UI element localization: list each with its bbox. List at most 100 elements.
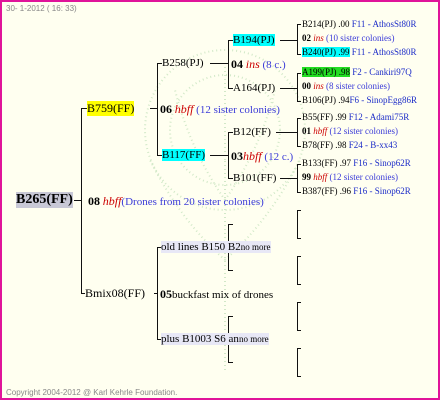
text-field: ins <box>313 33 324 43</box>
father-text: buckfast mix of drones <box>172 289 274 301</box>
text-field: F16 <box>353 186 368 196</box>
connector <box>297 146 301 147</box>
header-timestamp: 30- 1-2012 ( 16: 33) <box>6 4 77 13</box>
text-field: F24 <box>348 140 363 150</box>
text-field: .94 <box>338 95 350 105</box>
father-mix-line: 05buckfast mix of drones <box>160 287 273 302</box>
mother-code: hbff <box>174 102 194 116</box>
text-field: 99 <box>302 172 311 182</box>
connector <box>297 210 298 238</box>
text-field: hbff <box>313 126 328 136</box>
text-field: A199(PJ) <box>302 67 337 77</box>
connector <box>297 284 301 285</box>
connector <box>297 164 301 165</box>
right-row-6[interactable]: B55(FF) .99 F12 - Adami75R <box>302 112 409 122</box>
text-field: F6 <box>349 95 360 105</box>
connector <box>228 40 229 88</box>
text-field: F11 <box>351 47 366 57</box>
root-queen[interactable]: B265(FF) <box>16 192 73 208</box>
connector <box>297 210 301 211</box>
old-lines-more: no more <box>240 242 271 252</box>
text-field: F11 <box>351 19 366 29</box>
text-field: hbff <box>313 172 328 182</box>
right-row-10: 99 hbff (12 sister colonies) <box>302 172 398 182</box>
b117-drone-line: 03hbff (12 c.) <box>231 149 293 164</box>
connector <box>297 256 298 284</box>
connector <box>297 302 298 330</box>
b194-code: ins <box>245 57 260 71</box>
connector <box>210 155 229 156</box>
text-field: F12 <box>348 112 363 122</box>
connector <box>297 348 298 376</box>
mother-note: (12 sister colonies) <box>196 104 280 116</box>
right-row-9[interactable]: B133(FF) .97 F16 - Sinop62R <box>302 158 411 168</box>
text-field: 01 <box>302 126 311 136</box>
node-plus-lines[interactable]: plus B1003 S6 anno more <box>161 333 269 345</box>
text-field: - AthosSt80R <box>367 19 417 29</box>
right-row-1: 02 ins (10 sister colonies) <box>302 33 395 43</box>
right-row-8[interactable]: B78(FF) .98 F24 - B-xx43 <box>302 140 397 150</box>
connector <box>150 108 158 109</box>
text-field: B240(PJ) <box>302 47 337 57</box>
text-field: (10 sister colonies) <box>326 33 395 43</box>
node-b258[interactable]: B258(PJ) <box>162 57 204 69</box>
text-field: - B-xx43 <box>365 140 398 150</box>
right-row-5[interactable]: B106(PJ) .94F6 - SinopEgg86R <box>302 95 417 105</box>
b117-code: hbff <box>243 149 262 163</box>
text-field: .96 <box>339 186 352 196</box>
text-field: (12 sister colonies) <box>329 172 398 182</box>
connector <box>276 132 298 133</box>
right-row-3[interactable]: A199(PJ) .98 F2 - Cankiri97Q <box>302 67 412 77</box>
text-field: F16 <box>353 158 368 168</box>
connector <box>81 108 82 294</box>
root-gen: 08 <box>88 194 100 208</box>
root-code: hbff <box>102 194 122 208</box>
connector <box>280 178 298 179</box>
father-gen: 05 <box>160 287 172 301</box>
text-field: ins <box>313 81 324 91</box>
text-field: - Adami75R <box>365 112 410 122</box>
node-b101[interactable]: B101(FF) <box>233 172 276 184</box>
right-row-4: 00 ins (8 sister colonies) <box>302 81 390 91</box>
node-a164[interactable]: A164(PJ) <box>233 82 275 94</box>
text-field: B55(FF) <box>302 112 334 122</box>
connector <box>297 73 301 74</box>
pedigree-frame: 30- 1-2012 ( 16: 33) B265(FF) 08 hbff(Dr… <box>0 0 440 400</box>
right-row-11[interactable]: B387(FF) .96 F16 - Sinop62R <box>302 186 411 196</box>
right-row-0[interactable]: B214(PJ) .00 F11 - AthosSt80R <box>302 19 416 29</box>
plus-lines-label: plus B1003 S6 an <box>161 333 239 345</box>
b194-gen: 04 <box>231 57 243 71</box>
mother-gen: 06 <box>160 102 172 116</box>
text-field: - Sinop62R <box>369 186 411 196</box>
old-lines-label: old lines B150 B2 <box>161 241 241 253</box>
father-mix[interactable]: Bmix08(FF) <box>85 286 145 301</box>
root-drone-line: 08 hbff(Drones from 20 sister colonies) <box>88 194 264 209</box>
node-b194[interactable]: B194(PJ) <box>233 34 275 46</box>
connector <box>74 200 82 201</box>
connector <box>228 316 233 317</box>
connector <box>297 24 298 54</box>
node-old-lines[interactable]: old lines B150 B2no more <box>161 241 271 253</box>
b194-drone-line: 04 ins (8 c.) <box>231 57 286 72</box>
text-field: .97 <box>339 158 352 168</box>
text-field: B133(FF) <box>302 158 338 168</box>
connector <box>154 293 158 294</box>
connector <box>210 63 229 64</box>
connector <box>297 101 301 102</box>
connector <box>297 330 301 331</box>
text-field: .98 <box>338 67 351 77</box>
mother-queen[interactable]: B759(FF) <box>87 101 135 116</box>
text-field: B387(FF) <box>302 186 338 196</box>
node-b12[interactable]: B12(FF) <box>233 126 271 138</box>
node-b117[interactable]: B117(FF) <box>162 149 205 161</box>
right-row-2[interactable]: B240(PJ) .99 F11 - AthosSt80R <box>302 47 416 57</box>
text-field: B214(PJ) <box>302 19 337 29</box>
footer-copyright: Copyright 2004-2012 @ Karl Kehrle Founda… <box>6 388 178 397</box>
right-row-7: 01 hbff (12 sister colonies) <box>302 126 398 136</box>
b194-note: (8 c.) <box>262 59 286 71</box>
connector <box>297 238 301 239</box>
connector <box>297 73 298 101</box>
connector <box>297 302 301 303</box>
text-field: B78(FF) <box>302 140 334 150</box>
text-field: F2 <box>352 67 362 77</box>
